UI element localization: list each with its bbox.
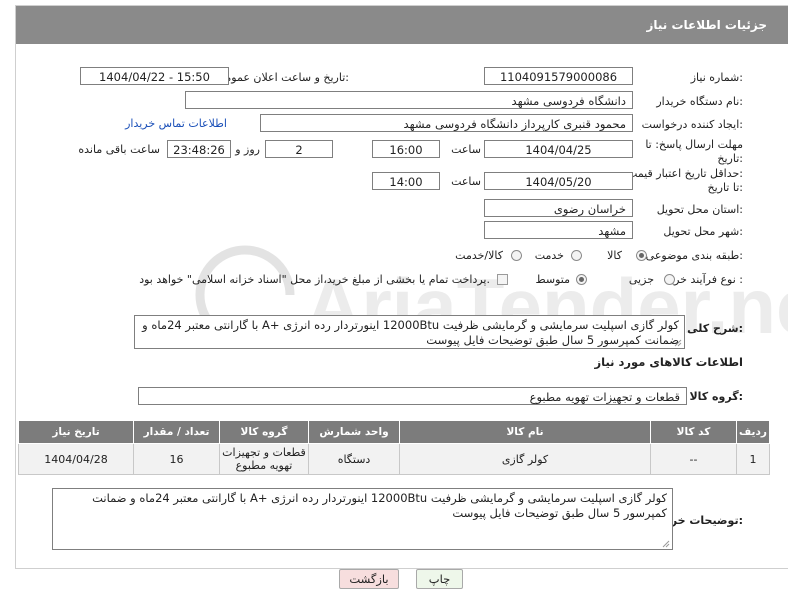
delivery-city-label: شهر محل تحویل: — [663, 225, 743, 238]
cell-row: 1 — [736, 443, 770, 475]
deadline-date-field: 1404/04/25 — [484, 140, 633, 158]
deadline-label: مهلت ارسال پاسخ: تا — [645, 138, 743, 151]
cell-qty: 16 — [133, 443, 220, 475]
days-label: روز و — [235, 143, 260, 156]
price-validity-date-field: 1404/05/20 — [484, 172, 633, 190]
description-textarea: کولر گازی اسپلیت سرمایشی و گرمایشی ظرفیت… — [134, 315, 685, 349]
creator-field: محمود قنبری کارپرداز دانشگاه فردوسی مشهد — [260, 114, 633, 132]
category-goods-service-label: کالا/خدمت — [455, 249, 503, 262]
col-unit: واحد شمارش — [308, 420, 400, 444]
deadline-label-2: تاریخ: — [717, 152, 743, 165]
category-service-radio[interactable] — [571, 250, 582, 261]
creator-label: ایجاد کننده درخواست: — [641, 118, 743, 131]
table-row: 1 -- کولر گازی دستگاه قطعات و تجهیزات ته… — [18, 443, 770, 475]
col-date: تاریخ نیاز — [18, 420, 134, 444]
items-table: ردیف کد کالا نام کالا واحد شمارش گروه کا… — [18, 420, 770, 475]
deadline-time-field: 16:00 — [372, 140, 440, 158]
delivery-city-field: مشهد — [484, 221, 633, 239]
remaining-time-field: 23:48:26 — [167, 140, 231, 158]
cell-date: 1404/04/28 — [18, 443, 134, 475]
announce-datetime-field: 1404/04/22 - 15:50 — [80, 67, 229, 85]
treasury-payment-checkbox[interactable] — [497, 274, 508, 285]
goods-group-label: گروه کالا: — [689, 390, 743, 403]
col-group: گروه کالا — [219, 420, 309, 444]
resize-grip-icon[interactable] — [662, 540, 670, 548]
price-validity-time-label: ساعت — [451, 175, 481, 188]
col-name: نام کالا — [399, 420, 651, 444]
buyer-notes-textarea: کولر گازی اسپلیت سرمایشی و گرمایشی ظرفیت… — [52, 488, 673, 550]
deadline-days-field: 2 — [265, 140, 333, 158]
print-button[interactable]: چاپ — [416, 569, 463, 589]
buyer-contact-link[interactable]: اطلاعات تماس خریدار — [125, 117, 227, 130]
delivery-province-label: استان محل تحویل: — [656, 203, 743, 216]
deadline-time-label: ساعت — [451, 143, 481, 156]
cell-name: کولر گازی — [399, 443, 651, 475]
need-number-field: 1104091579000086 — [484, 67, 633, 85]
buyer-org-label: نام دستگاه خریدار: — [656, 95, 743, 108]
delivery-province-field: خراسان رضوی — [484, 199, 633, 217]
cell-unit: دستگاه — [308, 443, 400, 475]
goods-group-field: قطعات و تجهیزات تهویه مطبوع — [138, 387, 687, 405]
process-medium-radio[interactable] — [576, 274, 587, 285]
category-goods-service-radio[interactable] — [511, 250, 522, 261]
col-qty: تعداد / مقدار — [133, 420, 220, 444]
col-code: کد کالا — [650, 420, 737, 444]
cell-code: -- — [650, 443, 737, 475]
treasury-payment-note: پرداخت تمام یا بخشی از مبلغ خرید،از محل … — [139, 273, 490, 286]
category-service-label: خدمت — [534, 249, 564, 262]
category-label: طبقه بندی موضوعی: — [645, 249, 743, 262]
process-minor-radio[interactable] — [664, 274, 675, 285]
panel-title: جزئیات اطلاعات نیاز — [646, 18, 767, 32]
panel-header: جزئیات اطلاعات نیاز — [16, 6, 788, 44]
price-validity-label: حداقل تاریخ اعتبار قیمت: — [627, 167, 743, 180]
col-row: ردیف — [736, 420, 770, 444]
back-button[interactable]: بازگشت — [339, 569, 399, 589]
resize-grip-icon[interactable] — [674, 339, 682, 347]
description-text: کولر گازی اسپلیت سرمایشی و گرمایشی ظرفیت… — [142, 318, 679, 347]
category-goods-label: کالا — [607, 249, 622, 262]
buyer-org-field: دانشگاه فردوسی مشهد — [185, 91, 633, 109]
cell-group: قطعات و تجهیزات تهویه مطبوع — [219, 443, 309, 475]
remaining-time-label: ساعت باقی مانده — [78, 143, 160, 156]
items-table-header: ردیف کد کالا نام کالا واحد شمارش گروه کا… — [18, 420, 770, 444]
process-minor-label: جزیی — [628, 273, 654, 286]
purchase-process-label: نوع فرآیند خرید : — [665, 273, 743, 286]
process-medium-label: متوسط — [535, 273, 570, 286]
buyer-notes-text: کولر گازی اسپلیت سرمایشی و گرمایشی ظرفیت… — [92, 491, 667, 520]
need-details-panel: جزئیات اطلاعات نیاز — [15, 5, 788, 569]
price-validity-time-field: 14:00 — [372, 172, 440, 190]
category-goods-radio[interactable] — [636, 250, 647, 261]
goods-section-title: اطلاعات کالاهای مورد نیاز — [594, 355, 743, 369]
need-number-label: شماره نیاز: — [690, 71, 743, 84]
announce-datetime-label: تاریخ و ساعت اعلان عمومی: — [216, 71, 349, 84]
price-validity-label-2: تا تاریخ: — [707, 181, 743, 194]
